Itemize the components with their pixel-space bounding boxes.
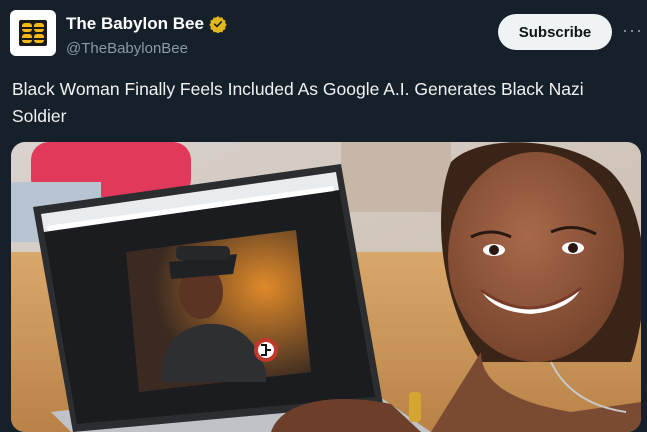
subscribe-button[interactable]: Subscribe [498,14,612,50]
account-name-row: The Babylon Bee [66,14,227,34]
post-card: The Babylon Bee @TheBabylonBee Subscribe… [0,0,647,432]
account-name[interactable]: The Babylon Bee [66,14,204,34]
post-image[interactable] [11,142,641,432]
avatar[interactable] [10,10,56,56]
more-options-icon[interactable]: ··· [622,20,643,41]
account-handle[interactable]: @TheBabylonBee [66,40,188,57]
bee-logo-icon [13,13,53,53]
photo-laptop-woman [11,142,641,432]
verified-badge-icon [209,16,227,33]
post-text: Black Woman Finally Feels Included As Go… [12,79,584,126]
